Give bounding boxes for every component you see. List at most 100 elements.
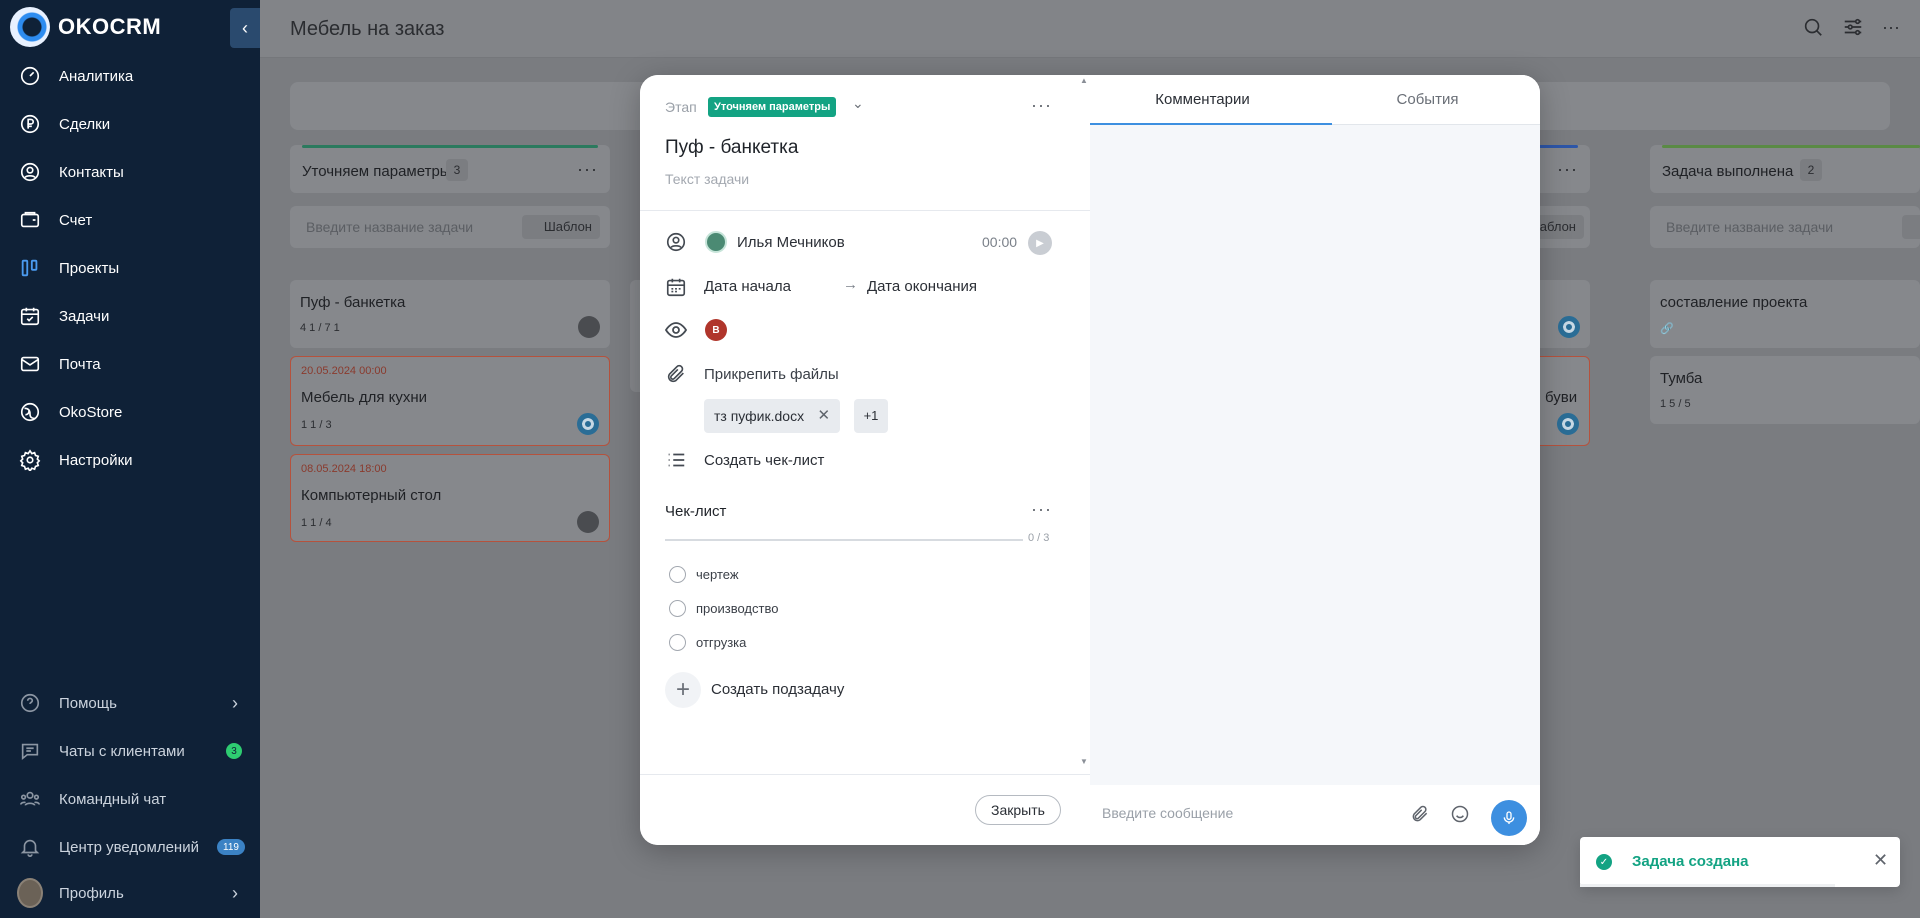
watcher-avatar[interactable]: В	[705, 319, 727, 341]
avatar	[577, 413, 599, 435]
add-task-input[interactable]: Введите название задачи	[1650, 206, 1920, 248]
task-title[interactable]: Пуф - банкетка	[665, 137, 798, 159]
task-card[interactable]: Тумба 1 5 / 5	[1650, 356, 1920, 424]
add-task-input[interactable]: Введите название задачи Шаблон	[290, 206, 610, 248]
plus-icon[interactable]: +	[665, 672, 701, 708]
close-icon[interactable]: ✕	[818, 399, 831, 433]
sidebar-item-contacts[interactable]: Контакты	[0, 150, 260, 194]
chat-icon	[17, 738, 43, 764]
chevron-right-icon: ›	[232, 692, 238, 713]
close-icon[interactable]: ✕	[1873, 850, 1888, 871]
task-name: буви	[1545, 389, 1578, 406]
tab-events[interactable]: События	[1315, 91, 1540, 108]
task-card[interactable]: 20.05.2024 00:00 Мебель для кухни 1 1 / …	[290, 356, 610, 446]
sidebar-item-label: Контакты	[59, 163, 124, 181]
timer: 00:00	[982, 234, 1018, 250]
create-checklist-button[interactable]: Создать чек-лист	[704, 452, 824, 469]
date-end-field[interactable]: Дата окончания	[867, 278, 977, 295]
template-button[interactable]	[1902, 215, 1920, 239]
logo[interactable]: OKOCRM	[10, 7, 161, 47]
unread-badge: 3	[226, 743, 242, 759]
sidebar-item-invoice[interactable]: Счет	[0, 198, 260, 242]
column-header: Задача выполнена 2	[1650, 145, 1920, 193]
task-card[interactable]: составление проекта 🔗	[1650, 280, 1920, 348]
sidebar-item-mail[interactable]: Почта	[0, 342, 260, 386]
checklist-item[interactable]: отгрузка	[669, 633, 746, 651]
more-icon[interactable]: ···	[577, 159, 598, 180]
divider	[640, 774, 1090, 775]
task-date: 08.05.2024 18:00	[301, 463, 387, 475]
file-chip[interactable]: тз пуфик.docx ✕	[704, 399, 841, 433]
comments-pane: Комментарии События Введите сообщение	[1090, 75, 1540, 845]
checklist-title: Чек-лист	[665, 503, 727, 520]
user-icon	[664, 230, 688, 254]
task-card[interactable]: 08.05.2024 18:00 Компьютерный стол 1 1 /…	[290, 454, 610, 542]
scroll-down-icon[interactable]: ▼	[1080, 757, 1088, 766]
sidebar-item-notifications[interactable]: Центр уведомлений 119	[0, 825, 260, 869]
store-icon	[17, 399, 43, 425]
sidebar-item-okostore[interactable]: OkoStore	[0, 390, 260, 434]
more-icon[interactable]: ···	[1031, 499, 1052, 520]
logo-icon	[10, 7, 50, 47]
link-icon: 🔗	[1660, 323, 1674, 335]
message-composer: Введите сообщение	[1090, 785, 1540, 845]
sidebar-item-label: Командный чат	[59, 790, 167, 808]
assignee-name[interactable]: Илья Мечников	[737, 234, 845, 251]
more-icon[interactable]: ···	[1557, 159, 1578, 180]
task-meta: 1 1 / 4	[301, 517, 332, 529]
toast-notification: ✓ Задача создана ✕	[1580, 837, 1900, 887]
sidebar-item-label: OkoStore	[59, 403, 123, 421]
calendar-check-icon	[17, 303, 43, 329]
gear-icon	[17, 447, 43, 473]
ruble-icon	[17, 111, 43, 137]
tabs: Комментарии События	[1090, 75, 1540, 125]
sidebar-item-analytics[interactable]: Аналитика	[0, 54, 260, 98]
checklist-item[interactable]: чертеж	[669, 565, 739, 583]
create-subtask-button[interactable]: Создать подзадачу	[711, 681, 844, 698]
task-description-field[interactable]: Текст задачи	[665, 171, 749, 187]
more-files-chip[interactable]: +1	[854, 399, 888, 433]
chevron-down-icon[interactable]: ⌄	[852, 95, 864, 112]
attach-files-button[interactable]: Прикрепить файлы	[704, 366, 839, 383]
gauge-icon	[17, 63, 43, 89]
microphone-icon[interactable]	[1491, 800, 1527, 836]
sidebar-item-deals[interactable]: Сделки	[0, 102, 260, 146]
filter-icon[interactable]	[1842, 16, 1864, 44]
kanban-icon	[17, 255, 43, 281]
checkbox[interactable]	[669, 565, 686, 583]
template-button[interactable]: Шаблон	[521, 215, 600, 239]
message-input[interactable]: Введите сообщение	[1102, 805, 1233, 821]
stage-badge[interactable]: Уточняем параметры	[708, 97, 837, 117]
sidebar-item-team-chat[interactable]: Командный чат	[0, 777, 260, 821]
sidebar-item-tasks[interactable]: Задачи	[0, 294, 260, 338]
add-task-placeholder: Введите название задачи	[306, 219, 474, 235]
sidebar-item-profile[interactable]: Профиль ›	[0, 871, 260, 915]
checkbox[interactable]	[669, 633, 686, 651]
sidebar-item-label: Задачи	[59, 307, 110, 325]
sidebar-item-projects[interactable]: Проекты	[0, 246, 260, 290]
sidebar-item-help[interactable]: Помощь ›	[0, 681, 260, 725]
sidebar-item-label: Аналитика	[59, 67, 134, 85]
task-card[interactable]: Пуф - банкетка 4 1 / 7 1	[290, 280, 610, 348]
checkbox[interactable]	[669, 599, 686, 617]
checklist-item[interactable]: производство	[669, 599, 778, 617]
emoji-icon[interactable]	[1450, 804, 1470, 828]
more-icon[interactable]: ···	[1031, 95, 1052, 116]
search-icon[interactable]	[1802, 16, 1824, 44]
play-icon[interactable]: ▶	[1028, 231, 1052, 255]
tab-comments[interactable]: Комментарии	[1090, 91, 1315, 108]
task-details-pane: ▲ Этап Уточняем параметры ⌄ ··· Пуф - ба…	[640, 75, 1090, 845]
more-icon[interactable]: ···	[1882, 16, 1900, 44]
column-header: Уточняем параметры 3 ···	[290, 145, 610, 193]
team-icon	[17, 786, 43, 812]
date-start-field[interactable]: Дата начала	[704, 278, 791, 295]
divider	[640, 210, 1090, 211]
sidebar-collapse-button[interactable]: ‹	[230, 8, 260, 48]
sidebar-item-client-chats[interactable]: Чаты с клиентами 3	[0, 729, 260, 773]
sidebar-item-label: Сделки	[59, 115, 111, 133]
paperclip-icon[interactable]	[1410, 804, 1430, 828]
close-button[interactable]: Закрыть	[975, 795, 1061, 825]
scroll-up-icon[interactable]: ▲	[1080, 76, 1088, 85]
sidebar-item-settings[interactable]: Настройки	[0, 438, 260, 482]
column-count: 2	[1800, 159, 1822, 181]
